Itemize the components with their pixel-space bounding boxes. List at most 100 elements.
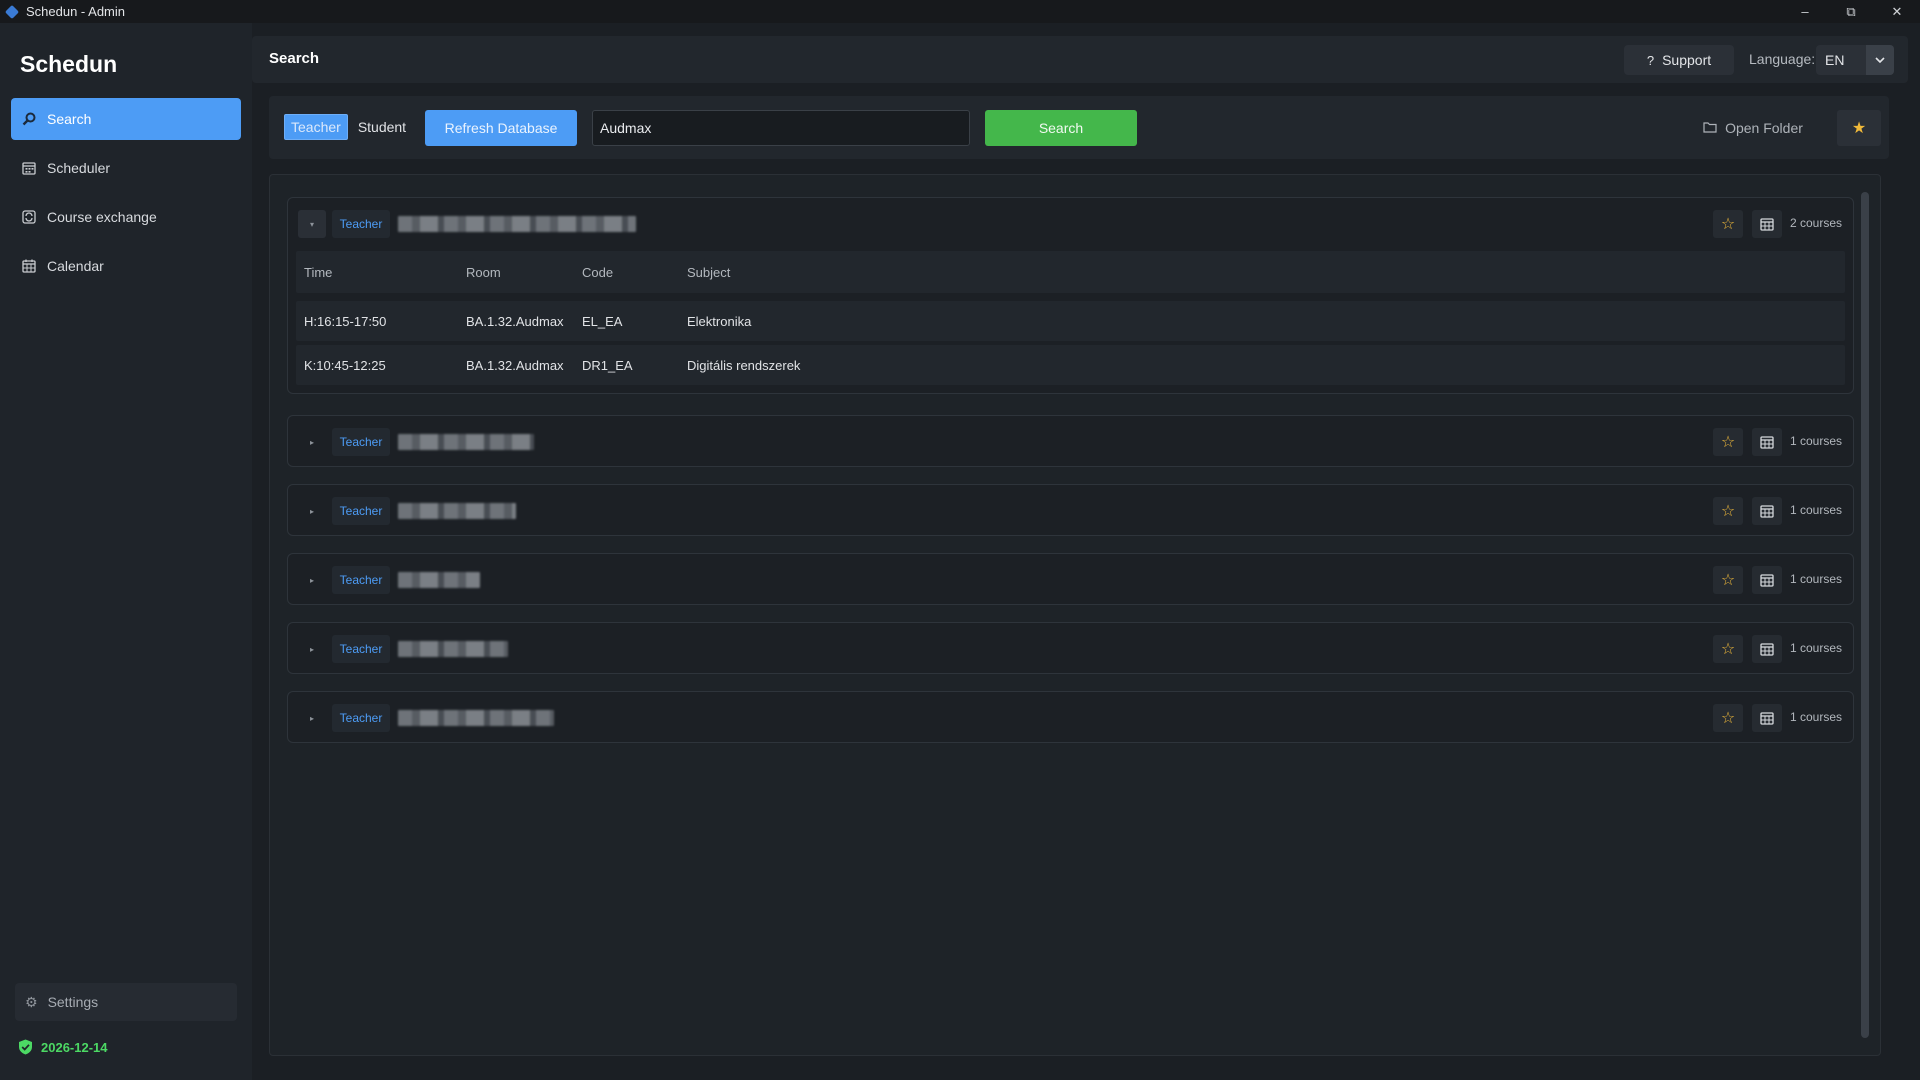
star-filled-icon: ★ (1851, 120, 1867, 137)
star-outline-icon[interactable]: ☆ (1713, 428, 1743, 456)
license-date: 2026-12-14 (41, 1039, 108, 1055)
expand-toggle-icon[interactable]: ▸ (298, 704, 326, 732)
exchange-icon (22, 210, 36, 224)
mode-teacher-option[interactable]: Teacher (284, 114, 348, 140)
cell-subject: Digitális rendszerek (687, 357, 801, 373)
sidebar-item-label: Search (47, 111, 92, 127)
redacted-name (398, 710, 554, 726)
star-outline-icon[interactable]: ☆ (1713, 635, 1743, 663)
calendar-icon[interactable] (1752, 635, 1782, 663)
result-group: ▸ Teacher ☆ 1 courses (287, 484, 1854, 536)
sidebar-item-label: Calendar (47, 258, 104, 274)
course-count: 1 courses (1790, 503, 1843, 517)
cell-time: K:10:45-12:25 (304, 357, 386, 373)
support-label: Support (1662, 52, 1712, 68)
result-group: ▸ Teacher ☆ 1 courses (287, 622, 1854, 674)
result-group-header[interactable]: ▸ Teacher ☆ 1 courses (288, 416, 1853, 466)
results-scrollbar[interactable] (1861, 192, 1869, 1038)
search-toolbar: Teacher Student Refresh Database Search … (269, 96, 1889, 159)
course-count: 1 courses (1790, 572, 1843, 586)
redacted-name (398, 434, 534, 450)
language-value: EN (1825, 52, 1845, 68)
star-outline-icon[interactable]: ☆ (1713, 497, 1743, 525)
course-count: 1 courses (1790, 434, 1843, 448)
page-title: Search (269, 50, 320, 67)
cell-time: H:16:15-17:50 (304, 313, 387, 329)
table-row[interactable]: K:10:45-12:25 BA.1.32.Audmax DR1_EA Digi… (296, 345, 1845, 385)
result-group: ▾ Teacher ☆ 2 courses Time Room Code Sub… (287, 197, 1854, 394)
brand-title: Schedun (20, 51, 118, 77)
role-badge: Teacher (332, 497, 390, 525)
result-group-header[interactable]: ▸ Teacher ☆ 1 courses (288, 485, 1853, 535)
calendar-icon (22, 259, 36, 273)
minimize-icon[interactable]: – (1782, 0, 1828, 23)
role-badge: Teacher (332, 428, 390, 456)
course-count: 1 courses (1790, 710, 1843, 724)
open-folder-label: Open Folder (1725, 120, 1803, 136)
language-select[interactable]: EN (1816, 45, 1894, 75)
result-group-header[interactable]: ▸ Teacher ☆ 1 courses (288, 623, 1853, 673)
search-input[interactable] (592, 110, 970, 146)
support-button[interactable]: ? Support (1624, 45, 1734, 75)
star-outline-icon[interactable]: ☆ (1713, 704, 1743, 732)
gear-icon: ⚙ (25, 993, 38, 1010)
close-icon[interactable]: ✕ (1874, 0, 1920, 23)
sidebar-item-course-exchange[interactable]: Course exchange (11, 196, 241, 238)
table-header-row: Time Room Code Subject (296, 251, 1845, 293)
shield-check-icon (18, 1039, 33, 1055)
chevron-down-icon[interactable] (1866, 45, 1894, 75)
app-icon (4, 4, 20, 19)
star-outline-icon[interactable]: ☆ (1713, 566, 1743, 594)
expand-toggle-icon[interactable]: ▸ (298, 635, 326, 663)
table-row[interactable]: H:16:15-17:50 BA.1.32.Audmax EL_EA Elekt… (296, 301, 1845, 341)
calendar-icon[interactable] (1752, 704, 1782, 732)
expand-toggle-icon[interactable]: ▸ (298, 428, 326, 456)
cell-room: BA.1.32.Audmax (466, 313, 564, 329)
settings-label: Settings (47, 994, 99, 1010)
search-icon (22, 112, 36, 126)
column-header-code: Code (582, 264, 614, 280)
search-button[interactable]: Search (985, 110, 1137, 146)
calendar-icon[interactable] (1752, 210, 1782, 238)
calendar-icon[interactable] (1752, 428, 1782, 456)
favorites-button[interactable]: ★ (1837, 110, 1881, 146)
expand-toggle-icon[interactable]: ▸ (298, 566, 326, 594)
calendar-grid-icon (22, 161, 36, 175)
role-badge: Teacher (332, 210, 390, 238)
license-status: 2026-12-14 (18, 1039, 108, 1055)
cell-subject: Elektronika (687, 313, 752, 329)
redacted-name (398, 216, 636, 232)
sidebar-item-scheduler[interactable]: Scheduler (11, 147, 241, 189)
star-outline-icon[interactable]: ☆ (1713, 210, 1743, 238)
result-group-header[interactable]: ▸ Teacher ☆ 1 courses (288, 692, 1853, 742)
sidebar-item-calendar[interactable]: Calendar (11, 245, 241, 287)
result-group: ▸ Teacher ☆ 1 courses (287, 691, 1854, 743)
mode-segmented-control: Teacher Student (284, 114, 412, 140)
collapse-toggle-icon[interactable]: ▾ (298, 210, 326, 238)
expand-toggle-icon[interactable]: ▸ (298, 497, 326, 525)
restore-icon[interactable]: ⧉ (1828, 0, 1874, 23)
role-badge: Teacher (332, 566, 390, 594)
result-group-header[interactable]: ▾ Teacher ☆ 2 courses (288, 198, 1853, 248)
settings-button[interactable]: ⚙ Settings (15, 983, 237, 1021)
result-group-header[interactable]: ▸ Teacher ☆ 1 courses (288, 554, 1853, 604)
mode-student-option[interactable]: Student (352, 114, 412, 140)
column-header-time: Time (304, 264, 333, 280)
result-group: ▸ Teacher ☆ 1 courses (287, 415, 1854, 467)
redacted-name (398, 503, 516, 519)
refresh-database-button[interactable]: Refresh Database (425, 110, 577, 146)
calendar-icon[interactable] (1752, 497, 1782, 525)
cell-code: DR1_EA (582, 357, 633, 373)
folder-icon (1703, 120, 1717, 136)
sidebar-item-search[interactable]: Search (11, 98, 241, 140)
cell-room: BA.1.32.Audmax (466, 357, 564, 373)
sidebar-nav: Search Scheduler Course exchange Calenda… (11, 98, 241, 294)
window-controls: – ⧉ ✕ (1782, 0, 1920, 23)
role-badge: Teacher (332, 635, 390, 663)
calendar-icon[interactable] (1752, 566, 1782, 594)
open-folder-button[interactable]: Open Folder (1699, 110, 1807, 146)
redacted-name (398, 641, 508, 657)
course-count: 2 courses (1790, 216, 1843, 230)
page-header: Search ? Support Language: EN (252, 36, 1908, 83)
course-table: Time Room Code Subject H:16:15-17:50 BA.… (296, 251, 1845, 389)
